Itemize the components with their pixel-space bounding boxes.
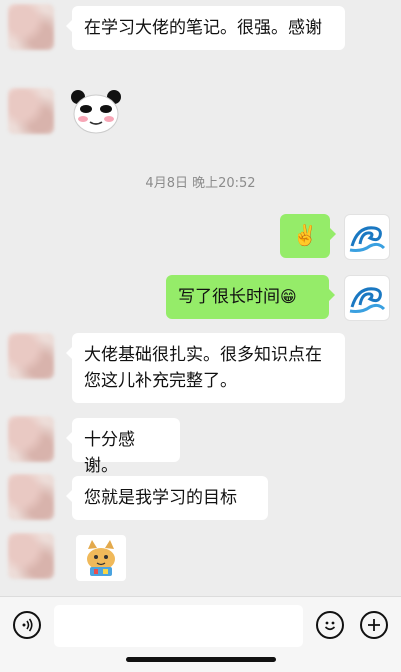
message-text: 大佬基础很扎实。很多知识点在您这儿补充完整了。 — [84, 345, 322, 391]
contact-avatar[interactable] — [8, 533, 54, 579]
message-bubble-outgoing[interactable]: 写了很长时间😁 — [166, 275, 335, 319]
victory-emoji: ✌️ — [292, 223, 318, 247]
panda-sticker[interactable] — [70, 89, 122, 135]
message-text: 您就是我学习的目标 — [84, 488, 237, 508]
grin-emoji: 😁 — [280, 287, 297, 306]
wave-icon — [349, 226, 386, 252]
message-text: 在学习大佬的笔记。很强。感谢 — [84, 18, 322, 38]
message-text: 十分感谢。 — [84, 430, 135, 476]
voice-icon — [22, 618, 33, 632]
message-bubble-outgoing[interactable]: ✌️ — [280, 214, 336, 258]
contact-avatar[interactable] — [8, 474, 54, 520]
add-button[interactable] — [360, 611, 388, 639]
plus-icon — [368, 619, 380, 631]
emoji-button[interactable] — [316, 611, 344, 639]
panda-meme-icon — [71, 90, 121, 134]
message-bubble-incoming[interactable]: 大佬基础很扎实。很多知识点在您这儿补充完整了。 — [66, 333, 345, 403]
voice-button[interactable] — [13, 611, 41, 639]
message-bubble-incoming[interactable]: 您就是我学习的目标 — [66, 476, 268, 520]
self-avatar[interactable] — [344, 214, 390, 260]
message-bubble-incoming[interactable]: 十分感谢。 — [66, 418, 180, 476]
self-avatar[interactable] — [344, 275, 390, 321]
timestamp: 4月8日 晚上20:52 — [145, 176, 256, 191]
message-input[interactable] — [54, 605, 303, 647]
cat-sticker[interactable] — [76, 535, 126, 581]
wave-icon — [349, 287, 386, 313]
contact-avatar[interactable] — [8, 4, 54, 50]
contact-avatar[interactable] — [8, 333, 54, 379]
input-bar — [0, 596, 401, 672]
emoji-icon — [324, 621, 336, 631]
message-bubble-incoming[interactable]: 在学习大佬的笔记。很强。感谢 — [66, 6, 345, 50]
message-text: 写了很长时间 — [178, 287, 280, 307]
contact-avatar[interactable] — [8, 88, 54, 134]
cat-face-icon — [87, 540, 115, 576]
contact-avatar[interactable] — [8, 416, 54, 462]
home-indicator — [126, 657, 276, 662]
